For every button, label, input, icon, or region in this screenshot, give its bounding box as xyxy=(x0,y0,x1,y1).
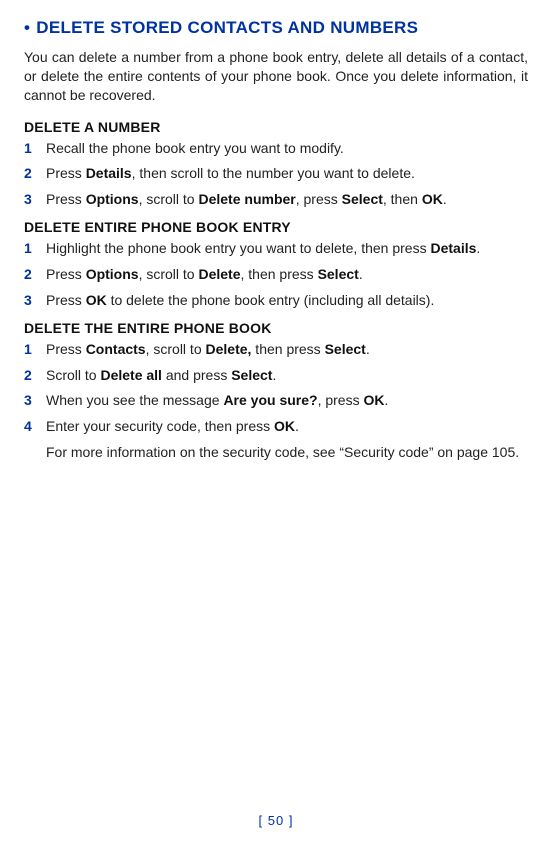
section-delete-entire-book: DELETE THE ENTIRE PHONE BOOK 1 Press Con… xyxy=(24,320,528,462)
text-run: Scroll to xyxy=(46,367,100,383)
step: 4 Enter your security code, then press O… xyxy=(24,417,528,437)
step-number: 1 xyxy=(24,340,46,360)
step-text: Press Options, scroll to Delete number, … xyxy=(46,190,528,210)
step-number: 3 xyxy=(24,190,46,210)
bold-run: Delete number xyxy=(198,191,295,207)
text-run: . xyxy=(443,191,447,207)
bold-run: OK xyxy=(422,191,443,207)
text-run: Press xyxy=(46,341,86,357)
step: 2 Scroll to Delete all and press Select. xyxy=(24,366,528,386)
step-number: 2 xyxy=(24,366,46,386)
bold-run: Select xyxy=(325,341,366,357)
step: 1 Highlight the phone book entry you wan… xyxy=(24,239,528,259)
step-number: 2 xyxy=(24,265,46,285)
step: 2 Press Details, then scroll to the numb… xyxy=(24,164,528,184)
subheading: DELETE A NUMBER xyxy=(24,119,528,135)
subheading: DELETE ENTIRE PHONE BOOK ENTRY xyxy=(24,219,528,235)
bold-run: Contacts xyxy=(86,341,146,357)
text-run: , then press xyxy=(241,266,318,282)
text-run: Press xyxy=(46,165,86,181)
text-run: . xyxy=(359,266,363,282)
section-delete-a-number: DELETE A NUMBER 1 Recall the phone book … xyxy=(24,119,528,210)
step: 3 Press Options, scroll to Delete number… xyxy=(24,190,528,210)
text-run: . xyxy=(366,341,370,357)
page-number: [ 50 ] xyxy=(0,813,552,828)
step-number: 1 xyxy=(24,239,46,259)
step-text: When you see the message Are you sure?, … xyxy=(46,391,528,411)
step-text: Scroll to Delete all and press Select. xyxy=(46,366,528,386)
step-text: Highlight the phone book entry you want … xyxy=(46,239,528,259)
step-number: 3 xyxy=(24,391,46,411)
main-heading: • DELETE STORED CONTACTS AND NUMBERS xyxy=(24,18,528,38)
text-run: . xyxy=(384,392,388,408)
step-number: 2 xyxy=(24,164,46,184)
document-page: • DELETE STORED CONTACTS AND NUMBERS You … xyxy=(0,0,552,462)
step: 1 Recall the phone book entry you want t… xyxy=(24,139,528,159)
bold-run: OK xyxy=(363,392,384,408)
step: 3 Press OK to delete the phone book entr… xyxy=(24,291,528,311)
text-run: Press xyxy=(46,266,86,282)
text-run: When you see the message xyxy=(46,392,223,408)
step-text: Recall the phone book entry you want to … xyxy=(46,139,528,159)
step-text: Press Details, then scroll to the number… xyxy=(46,164,528,184)
text-run: , press xyxy=(318,392,364,408)
bold-run: Options xyxy=(86,191,139,207)
text-run: Press xyxy=(46,292,86,308)
bold-run: OK xyxy=(274,418,295,434)
bold-run: Details xyxy=(86,165,132,181)
step-text: Enter your security code, then press OK. xyxy=(46,417,528,437)
bold-run: Delete xyxy=(198,266,240,282)
step-number: 4 xyxy=(24,417,46,437)
text-run: , press xyxy=(296,191,342,207)
text-run: Press xyxy=(46,191,86,207)
text-run: , then scroll to the number you want to … xyxy=(132,165,415,181)
step: 1 Press Contacts, scroll to Delete, then… xyxy=(24,340,528,360)
bullet-icon: • xyxy=(24,18,30,38)
text-run: then press xyxy=(251,341,324,357)
text-run: . xyxy=(272,367,276,383)
bold-run: Delete, xyxy=(206,341,252,357)
bold-run: Select xyxy=(318,266,359,282)
step: 3 When you see the message Are you sure?… xyxy=(24,391,528,411)
text-run: and press xyxy=(162,367,231,383)
subheading: DELETE THE ENTIRE PHONE BOOK xyxy=(24,320,528,336)
bold-run: Options xyxy=(86,266,139,282)
text-run: Recall the phone book entry you want to … xyxy=(46,140,344,156)
bold-run: Are you sure? xyxy=(223,392,317,408)
bold-run: OK xyxy=(86,292,107,308)
bold-run: Delete all xyxy=(100,367,161,383)
text-run: Enter your security code, then press xyxy=(46,418,274,434)
bold-run: Select xyxy=(342,191,383,207)
step-text: Press Options, scroll to Delete, then pr… xyxy=(46,265,528,285)
step-number: 1 xyxy=(24,139,46,159)
main-heading-text: DELETE STORED CONTACTS AND NUMBERS xyxy=(36,18,418,37)
text-run: , scroll to xyxy=(139,266,199,282)
step-number: 3 xyxy=(24,291,46,311)
text-run: , scroll to xyxy=(139,191,199,207)
step-text: Press Contacts, scroll to Delete, then p… xyxy=(46,340,528,360)
text-run: to delete the phone book entry (includin… xyxy=(107,292,435,308)
intro-paragraph: You can delete a number from a phone boo… xyxy=(24,48,528,105)
bold-run: Details xyxy=(430,240,476,256)
step-text: Press OK to delete the phone book entry … xyxy=(46,291,528,311)
step: 2 Press Options, scroll to Delete, then … xyxy=(24,265,528,285)
bold-run: Select xyxy=(231,367,272,383)
text-run: . xyxy=(295,418,299,434)
text-run: , scroll to xyxy=(146,341,206,357)
note-text: For more information on the security cod… xyxy=(46,443,528,463)
text-run: Highlight the phone book entry you want … xyxy=(46,240,430,256)
text-run: , then xyxy=(383,191,422,207)
section-delete-entire-entry: DELETE ENTIRE PHONE BOOK ENTRY 1 Highlig… xyxy=(24,219,528,310)
text-run: . xyxy=(476,240,480,256)
